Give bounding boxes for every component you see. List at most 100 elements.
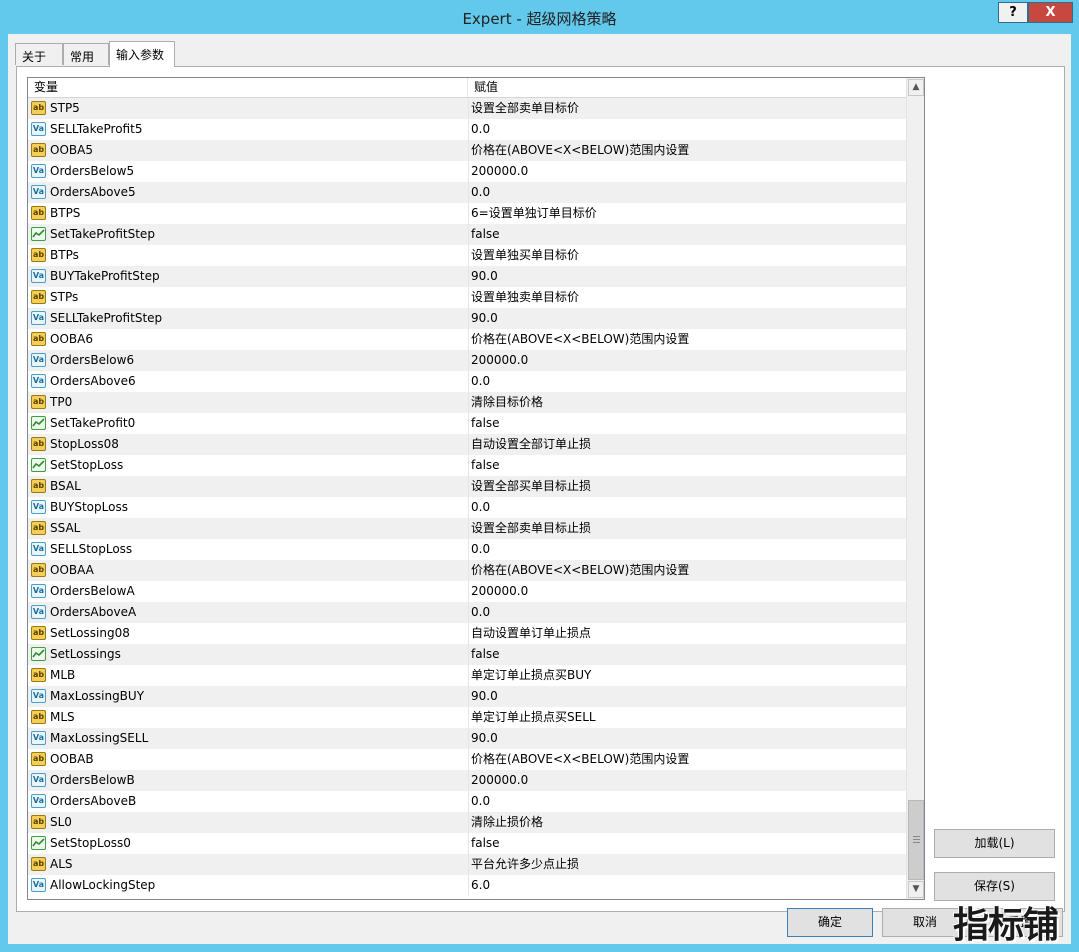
variable-value[interactable]: 0.0	[471, 539, 901, 560]
table-row[interactable]: ab BTPS 6=设置单独订单目标价	[28, 203, 906, 224]
table-row[interactable]: ab OOBA5 价格在(ABOVE<X<BELOW)范围内设置	[28, 140, 906, 161]
table-row[interactable]: SetStopLoss0 false	[28, 833, 906, 854]
table-row[interactable]: Va AllowLockingStep 6.0	[28, 875, 906, 896]
table-row[interactable]: ab BSAL 设置全部买单目标止损	[28, 476, 906, 497]
variable-value[interactable]: 设置全部卖单目标价	[471, 98, 901, 119]
table-row[interactable]: ab SetLossing08 自动设置单订单止损点	[28, 623, 906, 644]
variable-value[interactable]: 0.0	[471, 182, 901, 203]
variable-value[interactable]: 90.0	[471, 308, 901, 329]
variable-value[interactable]: 设置全部卖单目标止损	[471, 518, 901, 539]
column-divider	[468, 602, 469, 623]
scroll-thumb[interactable]	[908, 800, 924, 880]
variable-value[interactable]: false	[471, 455, 901, 476]
table-row[interactable]: SetTakeProfit0 false	[28, 413, 906, 434]
variable-value[interactable]: 6=设置单独订单目标价	[471, 203, 901, 224]
table-row[interactable]: ab ALS 平台允许多少点止损	[28, 854, 906, 875]
table-row[interactable]: ab OOBAB 价格在(ABOVE<X<BELOW)范围内设置	[28, 749, 906, 770]
variable-value[interactable]: 清除目标价格	[471, 392, 901, 413]
table-row[interactable]: Va OrdersAbove5 0.0	[28, 182, 906, 203]
variable-value[interactable]: 单定订单止损点买BUY	[471, 665, 901, 686]
column-divider	[468, 434, 469, 455]
variable-value[interactable]: 价格在(ABOVE<X<BELOW)范围内设置	[471, 140, 901, 161]
variable-value[interactable]: 价格在(ABOVE<X<BELOW)范围内设置	[471, 749, 901, 770]
table-row[interactable]: Va MaxLossingSELL 90.0	[28, 728, 906, 749]
table-row[interactable]: Va OrdersBelowA 200000.0	[28, 581, 906, 602]
variable-value[interactable]: 90.0	[471, 686, 901, 707]
ok-button[interactable]: 确定	[787, 908, 873, 937]
table-row[interactable]: ab MLS 单定订单止损点买SELL	[28, 707, 906, 728]
table-row[interactable]: Va SELLTakeProfitStep 90.0	[28, 308, 906, 329]
scroll-up-button[interactable]: ▲	[908, 79, 924, 96]
variable-value[interactable]: 0.0	[471, 602, 901, 623]
table-row[interactable]: Va OrdersBelow5 200000.0	[28, 161, 906, 182]
variable-value[interactable]: 自动设置全部订单止损	[471, 434, 901, 455]
number-type-icon: Va	[31, 542, 46, 556]
table-row[interactable]: SetLossings false	[28, 644, 906, 665]
variable-value[interactable]: 清除止损价格	[471, 812, 901, 833]
variable-value[interactable]: false	[471, 833, 901, 854]
parameters-list[interactable]: 变量 赋值 ab STP5 设置全部卖单目标价 Va SELLTakeProfit5 0.…	[27, 77, 925, 900]
tab-about[interactable]: 关于	[15, 43, 63, 65]
column-divider	[468, 560, 469, 581]
help-button[interactable]: ?	[998, 2, 1028, 23]
table-row[interactable]: Va OrdersAbove6 0.0	[28, 371, 906, 392]
variable-value[interactable]: 0.0	[471, 371, 901, 392]
variable-value[interactable]: 0.0	[471, 791, 901, 812]
table-row[interactable]: SetTakeProfitStep false	[28, 224, 906, 245]
variable-value[interactable]: 设置全部买单目标止损	[471, 476, 901, 497]
scroll-down-button[interactable]: ▼	[908, 881, 924, 898]
variable-value[interactable]: 90.0	[471, 728, 901, 749]
table-row[interactable]: Va SELLTakeProfit5 0.0	[28, 119, 906, 140]
variable-value[interactable]: 90.0	[471, 266, 901, 287]
table-row[interactable]: ab STPs 设置单独卖单目标价	[28, 287, 906, 308]
table-row[interactable]: Va OrdersBelowB 200000.0	[28, 770, 906, 791]
variable-value[interactable]: 设置单独买单目标价	[471, 245, 901, 266]
table-row[interactable]: ab STP5 设置全部卖单目标价	[28, 98, 906, 119]
variable-value[interactable]: 200000.0	[471, 581, 901, 602]
variable-value[interactable]: 6.0	[471, 875, 901, 896]
table-row[interactable]: Va OrdersBelow6 200000.0	[28, 350, 906, 371]
table-row[interactable]: ab TP0 清除目标价格	[28, 392, 906, 413]
vertical-scrollbar[interactable]: ▲ ▼	[906, 78, 924, 899]
variable-value[interactable]: 单定订单止损点买SELL	[471, 707, 901, 728]
table-row[interactable]: Va OrdersAboveB 0.0	[28, 791, 906, 812]
variable-value[interactable]: 平台允许多少点止损	[471, 854, 901, 875]
close-button[interactable]: X	[1028, 2, 1073, 23]
variable-value[interactable]: 200000.0	[471, 770, 901, 791]
tab-common[interactable]: 常用	[63, 43, 109, 65]
column-header-value[interactable]: 赋值	[468, 78, 906, 97]
table-row[interactable]: ab BTPs 设置单独买单目标价	[28, 245, 906, 266]
table-row[interactable]: ab OOBA6 价格在(ABOVE<X<BELOW)范围内设置	[28, 329, 906, 350]
column-divider	[468, 350, 469, 371]
variable-value[interactable]: false	[471, 413, 901, 434]
variable-value[interactable]: 0.0	[471, 497, 901, 518]
table-row[interactable]: SetStopLoss false	[28, 455, 906, 476]
variable-value[interactable]: 0.0	[471, 119, 901, 140]
table-row[interactable]: ab SL0 清除止损价格	[28, 812, 906, 833]
variable-value[interactable]: 设置单独卖单目标价	[471, 287, 901, 308]
table-row[interactable]: Va SELLStopLoss 0.0	[28, 539, 906, 560]
save-button[interactable]: 保存(S)	[934, 872, 1055, 901]
table-row[interactable]: Va BUYStopLoss 0.0	[28, 497, 906, 518]
variable-value[interactable]: 价格在(ABOVE<X<BELOW)范围内设置	[471, 560, 901, 581]
table-row[interactable]: ab OOBAA 价格在(ABOVE<X<BELOW)范围内设置	[28, 560, 906, 581]
table-row[interactable]: Va BUYTakeProfitStep 90.0	[28, 266, 906, 287]
table-row[interactable]: Va OrdersAboveA 0.0	[28, 602, 906, 623]
boolean-type-icon	[31, 647, 46, 661]
column-header-variable[interactable]: 变量	[28, 78, 468, 97]
table-row[interactable]: Va MaxLossingBUY 90.0	[28, 686, 906, 707]
variable-value[interactable]: 自动设置单订单止损点	[471, 623, 901, 644]
variable-value[interactable]: false	[471, 644, 901, 665]
variable-value[interactable]: 200000.0	[471, 161, 901, 182]
table-row[interactable]: ab SSAL 设置全部卖单目标止损	[28, 518, 906, 539]
column-divider	[468, 182, 469, 203]
column-divider	[468, 455, 469, 476]
table-row[interactable]: ab MLB 单定订单止损点买BUY	[28, 665, 906, 686]
variable-name: BUYStopLoss	[50, 500, 128, 514]
tab-inputs[interactable]: 输入参数	[109, 41, 175, 67]
variable-value[interactable]: 200000.0	[471, 350, 901, 371]
variable-value[interactable]: 价格在(ABOVE<X<BELOW)范围内设置	[471, 329, 901, 350]
load-button[interactable]: 加载(L)	[934, 829, 1055, 858]
variable-value[interactable]: false	[471, 224, 901, 245]
table-row[interactable]: ab StopLoss08 自动设置全部订单止损	[28, 434, 906, 455]
